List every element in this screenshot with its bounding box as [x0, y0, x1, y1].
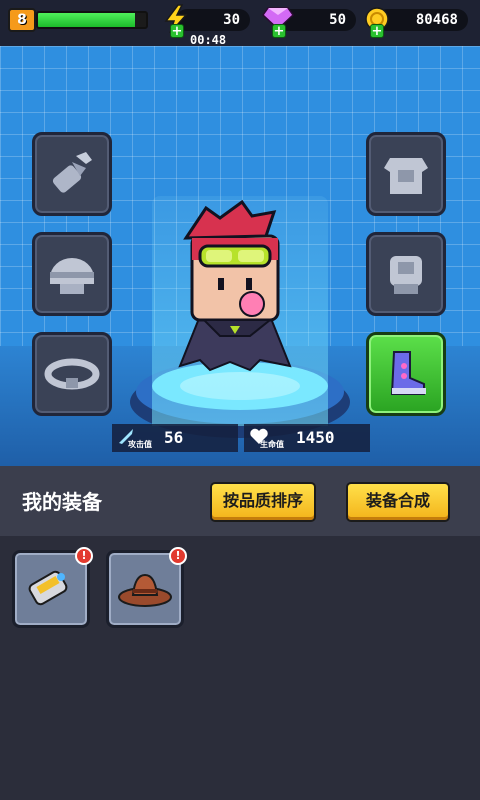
- top-bar: 8 30 + 50 + 80468 + 00:48: [0, 0, 480, 47]
- gold-add-button[interactable]: +: [370, 24, 384, 39]
- gem-add-button[interactable]: +: [272, 24, 286, 39]
- energy-add-button[interactable]: +: [170, 24, 184, 39]
- energy-timer: 00:48: [190, 33, 227, 47]
- health-label: 生命值: [260, 440, 284, 449]
- inventory-item-alert: !: [169, 547, 187, 565]
- glove-arm-icon: [52, 152, 92, 193]
- attack-value: 56: [164, 428, 184, 447]
- boots-icon: [390, 351, 426, 395]
- player-level-badge: 8: [8, 8, 36, 32]
- armor-icon: [384, 158, 428, 194]
- slot-armor[interactable]: [366, 132, 446, 216]
- helmet-icon: [50, 258, 94, 294]
- slot-glove-arm[interactable]: [32, 132, 112, 216]
- attack-stat: 56 攻击值: [112, 424, 238, 452]
- hp-bar: [36, 11, 148, 29]
- equipment-merge-button[interactable]: 装备合成: [346, 482, 450, 522]
- equipment-title: 我的装备: [22, 490, 102, 514]
- cowboy-hat-icon: [118, 573, 172, 607]
- gauntlet-icon: [390, 256, 422, 294]
- gold-value: 80468: [415, 12, 458, 28]
- gauntlet-item-icon: [28, 570, 68, 606]
- attack-label: 攻击值: [128, 440, 152, 449]
- slot-belt[interactable]: [32, 332, 112, 416]
- inventory-item-gauntlet[interactable]: !: [12, 547, 93, 628]
- gem-value: 50: [329, 12, 346, 28]
- belt-icon: [44, 358, 100, 390]
- energy-value: 30: [223, 12, 240, 28]
- inventory-item-cowboy-hat[interactable]: !: [106, 547, 187, 628]
- hero-stage: 56 攻击值 1450 生命值: [0, 46, 480, 466]
- slot-boots[interactable]: [366, 332, 446, 416]
- hero-character: [178, 199, 292, 372]
- health-stat: 1450 生命值: [244, 424, 370, 452]
- health-value: 1450: [296, 428, 335, 447]
- hp-bar-fill: [38, 13, 136, 27]
- sort-by-quality-button[interactable]: 按品质排序: [210, 482, 316, 522]
- inventory-item-alert: !: [75, 547, 93, 565]
- slot-gauntlet[interactable]: [366, 232, 446, 316]
- slot-helmet[interactable]: [32, 232, 112, 316]
